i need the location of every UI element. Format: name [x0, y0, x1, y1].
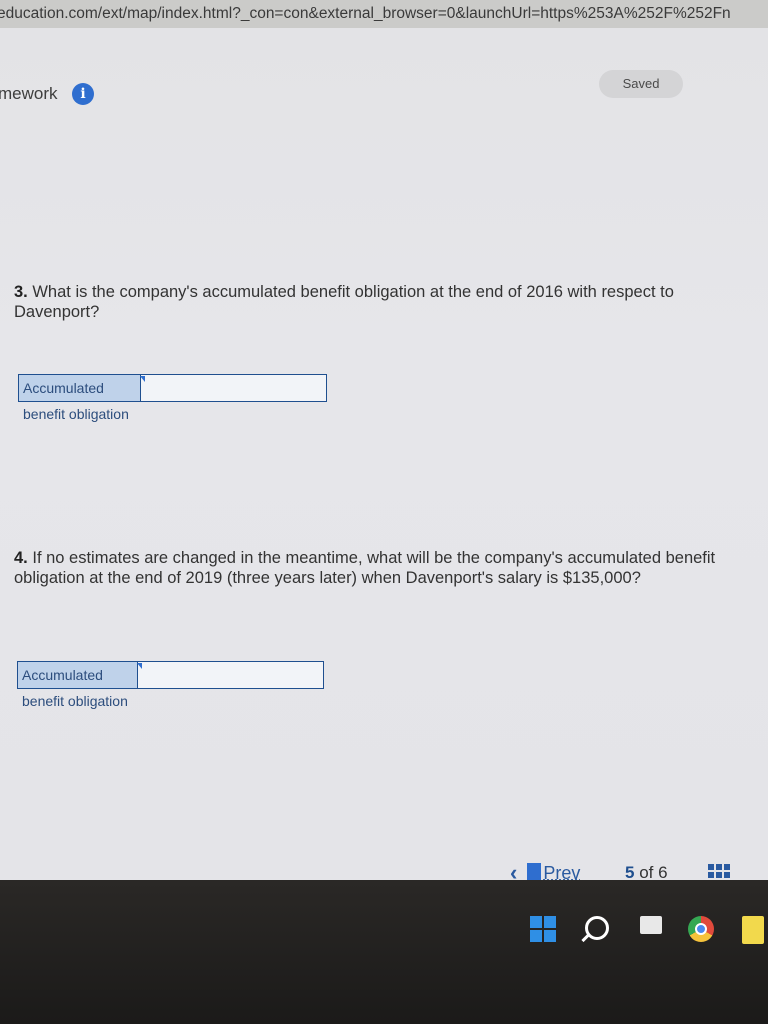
saved-status-badge: Saved	[599, 70, 683, 98]
question-3: 3. What is the company's accumulated ben…	[14, 282, 739, 322]
answer-row-4: Accumulated benefit obligation	[17, 661, 324, 709]
url-text[interactable]: education.com/ext/map/index.html?_con=co…	[0, 0, 731, 28]
assignment-title: mework	[0, 84, 58, 103]
windows-start-icon[interactable]	[530, 916, 556, 942]
answer-label: Accumulated benefit obligation	[19, 375, 145, 422]
question-text: What is the company's accumulated benefi…	[14, 283, 674, 321]
browser-address-bar[interactable]: education.com/ext/map/index.html?_con=co…	[0, 0, 768, 28]
question-number: 4.	[14, 549, 28, 567]
answer-label: Accumulated benefit obligation	[18, 662, 142, 709]
question-number: 3.	[14, 283, 28, 301]
chrome-icon[interactable]	[688, 916, 714, 942]
answer-row-3: Accumulated benefit obligation	[18, 374, 327, 422]
answer-input-3[interactable]	[141, 375, 326, 401]
info-icon[interactable]: i	[72, 83, 94, 105]
assignment-page: mework i Saved 3. What is the company's …	[0, 28, 768, 880]
question-text: If no estimates are changed in the meant…	[14, 549, 716, 587]
answer-input-4[interactable]	[138, 662, 323, 688]
taskbar	[0, 880, 768, 1024]
notes-icon[interactable]	[742, 916, 764, 944]
task-view-icon[interactable]	[640, 916, 662, 934]
search-icon[interactable]	[585, 916, 609, 940]
question-4: 4. If no estimates are changed in the me…	[14, 548, 739, 588]
